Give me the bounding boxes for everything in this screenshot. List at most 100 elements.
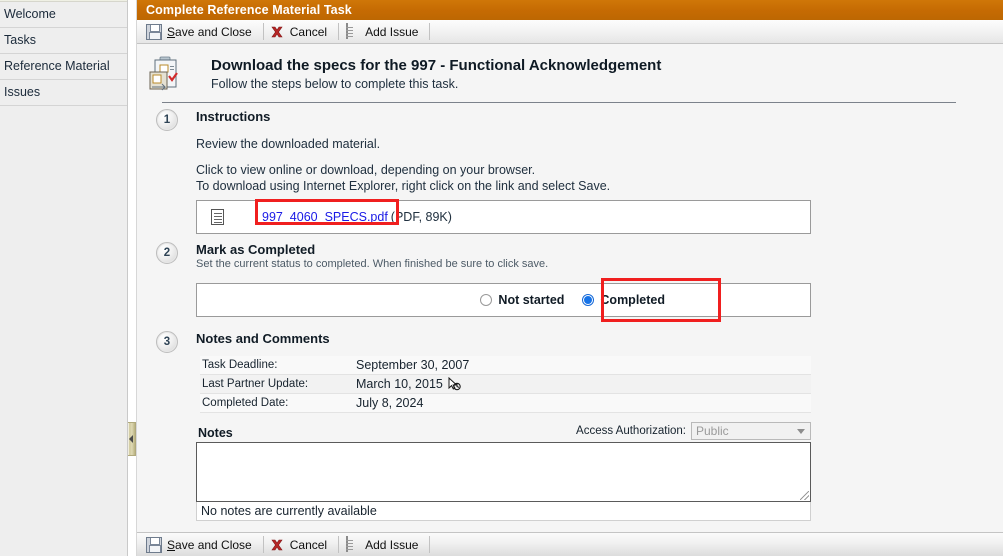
radio-option-completed[interactable]: Completed — [582, 293, 665, 307]
application-window: Welcome Tasks Reference Material Issues … — [0, 0, 1003, 556]
step-title: Notes and Comments — [196, 331, 330, 346]
cancel-button[interactable]: Cancel — [266, 22, 336, 42]
clipboard-checklist-icon — [149, 56, 185, 94]
step-subtitle: Set the current status to completed. Whe… — [196, 258, 549, 270]
red-x-icon — [269, 24, 285, 40]
radio-option-label: Not started — [498, 293, 565, 307]
sidebar-item-label: Welcome — [4, 7, 56, 21]
step-body: Notes and Comments Task Deadline: Septem… — [196, 325, 1003, 521]
access-authorization-label: Access Authorization: — [576, 425, 686, 437]
sidebar-item-welcome[interactable]: Welcome — [0, 2, 127, 28]
step-instructions: 1 Instructions Review the downloaded mat… — [137, 103, 1003, 234]
instructions-download-help: Click to view online or download, depend… — [196, 162, 811, 194]
step-number-badge: 3 — [156, 331, 178, 353]
toolbar-separator — [338, 536, 340, 553]
step-number-badge: 1 — [156, 109, 178, 131]
toolbar-separator — [262, 23, 264, 40]
meta-value-completed-date: July 8, 2024 — [352, 393, 811, 413]
step-body: Mark as Completed Set the current status… — [196, 236, 1003, 322]
access-authorization-select[interactable]: Public — [691, 422, 811, 440]
step-body: Instructions Review the downloaded mater… — [196, 103, 1003, 234]
save-and-close-button-bottom[interactable]: Save and Close — [143, 535, 261, 555]
sidebar-item-label: Reference Material — [4, 59, 110, 73]
add-issue-button-label: Add Issue — [365, 537, 419, 552]
cancel-button-bottom[interactable]: Cancel — [266, 535, 336, 555]
notes-textarea[interactable] — [196, 442, 811, 502]
meta-value-text: March 10, 2015 — [356, 377, 443, 391]
task-subtitle: Follow the steps below to complete this … — [211, 77, 459, 91]
notes-empty-message: No notes are currently available — [196, 502, 811, 521]
radio-indicator[interactable] — [480, 294, 493, 306]
radio-option-not-started[interactable]: Not started — [480, 293, 564, 307]
meta-key-completed-date: Completed Date: — [200, 393, 352, 413]
attachment-row: 997_4060_SPECS.pdf (PDF, 89K) — [196, 199, 811, 234]
chevron-left-icon — [129, 435, 133, 443]
toolbar-separator — [429, 536, 431, 553]
sidebar-item-issues[interactable]: Issues — [0, 80, 127, 106]
step-notes-and-comments: 3 Notes and Comments Task Deadline: Sept… — [137, 325, 1003, 521]
red-x-icon — [269, 537, 285, 553]
save-button-accelerator: S — [167, 24, 176, 39]
sidebar-item-label: Tasks — [4, 33, 36, 47]
toolbar-separator — [429, 23, 431, 40]
table-row: Last Partner Update: March 10, 2015 — [200, 374, 811, 394]
download-help-line-2: To download using Internet Explorer, rig… — [196, 179, 611, 193]
task-header: Download the specs for the 997 - Functio… — [137, 44, 1003, 100]
window-title-bar: Complete Reference Material Task — [137, 0, 1003, 20]
sidebar-item-reference-material[interactable]: Reference Material — [0, 54, 127, 80]
document-icon — [344, 22, 360, 40]
floppy-disk-icon — [146, 23, 162, 40]
save-button-label: ave and Close — [175, 24, 252, 39]
meta-key-task-deadline: Task Deadline: — [200, 356, 352, 375]
instructions-review-text: Review the downloaded material. — [196, 137, 381, 151]
document-icon — [344, 535, 360, 553]
resize-grip-icon[interactable] — [800, 491, 809, 500]
chevron-down-icon — [797, 429, 805, 434]
page-title: Complete Reference Material Task — [146, 3, 352, 17]
step-mark-as-completed: 2 Mark as Completed Set the current stat… — [137, 236, 1003, 322]
splitter-collapse-handle[interactable] — [128, 422, 136, 456]
step-number-badge: 2 — [156, 242, 178, 264]
save-and-close-button[interactable]: Save and Close — [143, 22, 261, 42]
access-authorization-group: Access Authorization: Public — [576, 422, 811, 440]
top-toolbar: Save and Close Cancel Add Issue — [137, 20, 1003, 44]
toolbar-separator — [262, 536, 264, 553]
notes-header: Notes Access Authorization: Public — [196, 422, 811, 440]
add-issue-button-label: Add Issue — [365, 24, 419, 39]
busy-cursor-icon — [448, 376, 461, 391]
task-header-text: Download the specs for the 997 - Functio… — [211, 54, 661, 93]
step-title: Instructions — [196, 109, 271, 124]
save-button-label: ave and Close — [175, 537, 252, 552]
floppy-disk-icon — [146, 536, 162, 553]
sidebar-item-label: Issues — [4, 85, 41, 99]
panel-splitter[interactable] — [128, 0, 136, 556]
meta-value-task-deadline: September 30, 2007 — [352, 356, 811, 375]
add-issue-button[interactable]: Add Issue — [341, 22, 427, 42]
attachment-meta: (PDF, 89K) — [390, 210, 452, 224]
add-issue-button-bottom[interactable]: Add Issue — [341, 535, 427, 555]
access-authorization-value: Public — [696, 424, 729, 438]
task-title: Download the specs for the 997 - Functio… — [211, 57, 662, 74]
table-row: Completed Date: July 8, 2024 — [200, 393, 811, 413]
left-navigation-sidebar: Welcome Tasks Reference Material Issues — [0, 0, 128, 556]
table-row: Task Deadline: September 30, 2007 — [200, 356, 811, 375]
file-document-icon — [211, 209, 224, 225]
attachment-link[interactable]: 997_4060_SPECS.pdf — [262, 210, 388, 224]
radio-indicator-selected[interactable] — [582, 294, 595, 306]
toolbar-separator — [338, 23, 340, 40]
notes-label: Notes — [198, 426, 233, 440]
save-button-accelerator: S — [167, 537, 176, 552]
meta-value-last-partner-update: March 10, 2015 — [352, 374, 811, 394]
sidebar-empty-area — [0, 106, 127, 556]
task-meta-table: Task Deadline: September 30, 2007 Last P… — [200, 356, 811, 413]
cancel-button-label: Cancel — [289, 537, 328, 552]
bottom-toolbar: Save and Close Cancel Add Issue — [137, 532, 1003, 556]
status-radio-group: Not started Completed — [196, 278, 811, 322]
sidebar-item-tasks[interactable]: Tasks — [0, 28, 127, 54]
cancel-button-label: Cancel — [289, 24, 328, 39]
radio-option-label: Completed — [600, 293, 665, 307]
task-content-area: Download the specs for the 997 - Functio… — [137, 44, 1003, 532]
download-help-line-1: Click to view online or download, depend… — [196, 163, 536, 177]
meta-key-last-partner-update: Last Partner Update: — [200, 374, 352, 394]
main-panel: Complete Reference Material Task Save an… — [136, 0, 1003, 556]
